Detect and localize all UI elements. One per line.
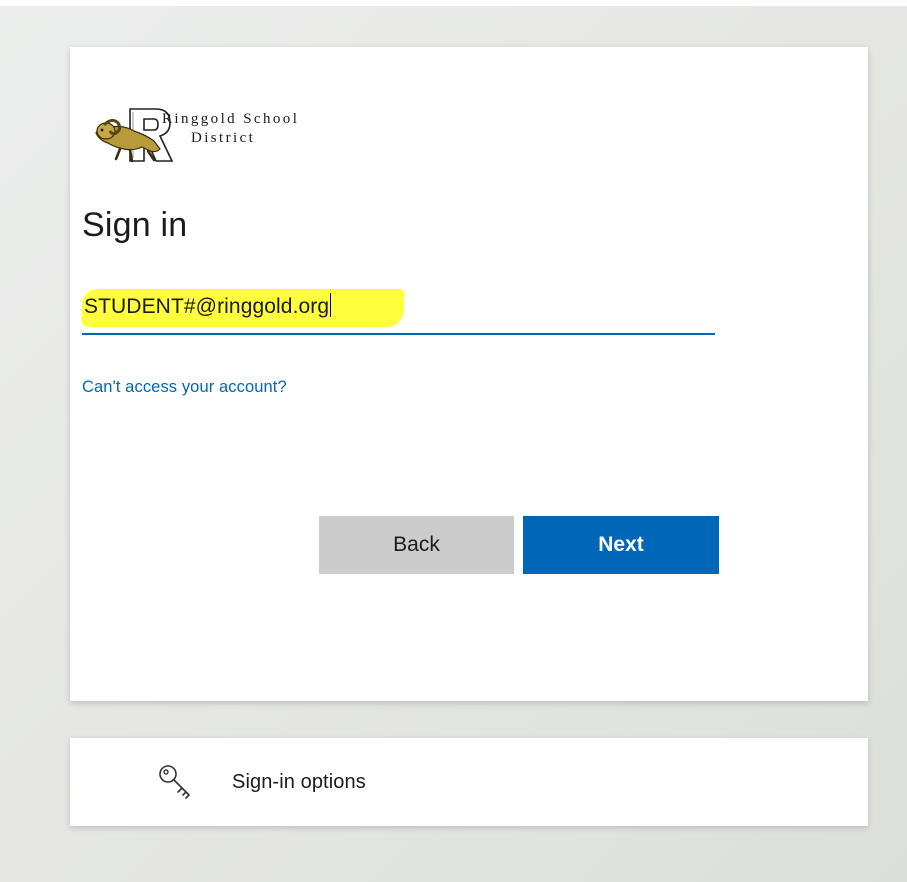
email-field-value: STUDENT#@ringgold.org — [84, 292, 332, 322]
email-field[interactable]: STUDENT#@ringgold.org — [81, 283, 715, 335]
email-value-text: STUDENT#@ringgold.org — [84, 295, 330, 318]
school-name: Ringgold School District — [162, 110, 299, 148]
sign-in-options-button[interactable]: Sign-in options — [70, 738, 868, 826]
top-edge — [0, 0, 907, 6]
back-button[interactable]: Back — [319, 516, 514, 574]
page-title: Sign in — [82, 206, 188, 244]
sign-in-options-label: Sign-in options — [232, 771, 366, 793]
school-name-line2: District — [191, 130, 256, 146]
next-button[interactable]: Next — [523, 516, 719, 574]
school-name-line1: Ringgold School — [162, 111, 300, 127]
text-caret — [330, 293, 332, 317]
key-icon — [156, 762, 196, 802]
cant-access-account-link[interactable]: Can't access your account? — [82, 378, 287, 397]
